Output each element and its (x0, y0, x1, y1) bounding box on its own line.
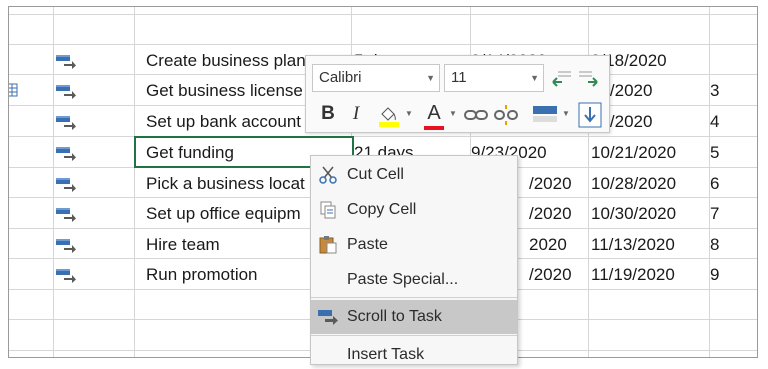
auto-scheduled-task-icon (56, 116, 76, 130)
auto-scheduled-task-icon (56, 55, 76, 69)
bold-button[interactable]: B (316, 100, 340, 128)
predecessor-cell[interactable] (710, 45, 750, 75)
mini-toolbar: Calibri ▼ 11 ▼ B I ▼ A ▼ ▼ (305, 55, 610, 133)
auto-scheduled-task-icon (56, 269, 76, 283)
font-name-box[interactable]: Calibri ▼ (312, 64, 440, 92)
link-tasks-icon[interactable] (464, 106, 488, 124)
start-cell[interactable]: /2020 (529, 198, 587, 228)
finish-cell[interactable]: 10/21/2020 (591, 137, 706, 167)
context-menu: Cut Cell Copy Cell Paste Paste Special..… (310, 155, 518, 365)
predecessor-cell[interactable]: 9 (710, 259, 750, 289)
predecessor-cell[interactable]: 8 (710, 229, 750, 259)
paste-label: Paste (347, 236, 388, 253)
predecessor-cell[interactable]: 7 (710, 198, 750, 228)
copy-icon (320, 201, 336, 219)
font-size-value: 11 (451, 69, 467, 86)
predecessor-cell[interactable]: 6 (710, 168, 750, 198)
predecessor-cell[interactable]: 5 (710, 137, 750, 167)
grid-line (9, 14, 757, 15)
font-size-box[interactable]: 11 ▼ (444, 64, 544, 92)
auto-scheduled-task-icon (56, 239, 76, 253)
finish-cell[interactable]: 10/30/2020 (591, 198, 706, 228)
insert-task-label: Insert Task (347, 346, 425, 363)
scroll-to-task-icon (318, 310, 338, 325)
cut-cell-label: Cut Cell (347, 166, 404, 183)
chevron-down-icon[interactable]: ▼ (404, 100, 414, 128)
chevron-down-icon[interactable]: ▼ (561, 100, 571, 128)
chevron-down-icon[interactable]: ▼ (448, 100, 458, 128)
start-cell[interactable]: 2020 (529, 229, 587, 259)
scroll-to-task-label: Scroll to Task (347, 308, 442, 325)
copy-cell-label: Copy Cell (347, 201, 417, 218)
calendar-indicator-icon (9, 83, 18, 97)
menu-separator (311, 335, 517, 336)
copy-cell-menu-item[interactable]: Copy Cell (311, 193, 517, 227)
insert-task-menu-item[interactable]: Insert Task (311, 338, 517, 364)
finish-cell[interactable]: 11/19/2020 (591, 259, 706, 289)
font-color-label: A (427, 102, 441, 124)
finish-cell[interactable]: 11/13/2020 (591, 229, 706, 259)
font-name-value: Calibri (319, 69, 362, 86)
chevron-down-icon[interactable]: ▼ (530, 65, 539, 91)
scroll-to-task-menu-item[interactable]: Scroll to Task (311, 300, 517, 334)
outdent-icon[interactable] (550, 68, 572, 90)
indent-icon[interactable] (578, 68, 600, 90)
unlink-tasks-icon[interactable] (494, 104, 518, 126)
start-cell[interactable]: /2020 (529, 168, 587, 198)
scroll-to-task-icon[interactable] (578, 102, 602, 128)
chevron-down-icon[interactable]: ▼ (426, 65, 435, 91)
clipboard-icon (319, 236, 337, 254)
auto-scheduled-task-icon (56, 178, 76, 192)
paste-special-label: Paste Special... (347, 271, 459, 288)
font-color-button[interactable]: A (422, 100, 446, 130)
menu-separator (311, 297, 517, 298)
paste-menu-item[interactable]: Paste (311, 228, 517, 262)
fill-color-icon[interactable] (376, 102, 402, 128)
cut-cell-menu-item[interactable]: Cut Cell (311, 158, 517, 192)
auto-scheduled-task-icon (56, 85, 76, 99)
paste-special-menu-item[interactable]: Paste Special... (311, 263, 517, 297)
italic-button[interactable]: I (344, 100, 368, 128)
predecessor-cell[interactable]: 4 (710, 106, 750, 136)
font-color-bar (424, 126, 444, 130)
predecessor-cell[interactable]: 3 (710, 75, 750, 105)
scissors-icon (319, 166, 337, 184)
start-cell[interactable]: /2020 (529, 259, 587, 289)
finish-cell[interactable]: 10/28/2020 (591, 168, 706, 198)
auto-scheduled-task-icon (56, 208, 76, 222)
auto-scheduled-task-icon (56, 147, 76, 161)
percent-complete-icon[interactable] (532, 104, 558, 126)
